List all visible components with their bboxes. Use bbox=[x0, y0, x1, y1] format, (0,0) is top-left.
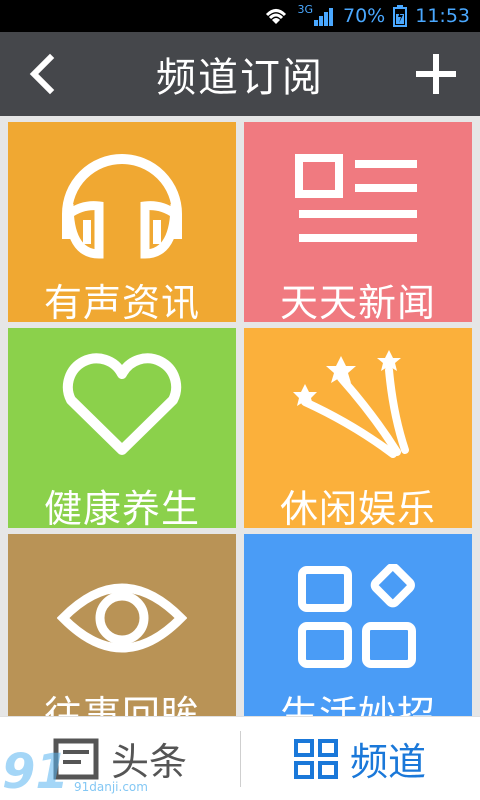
heart-icon bbox=[62, 353, 182, 455]
channel-label: 往事回眸 bbox=[43, 693, 200, 716]
channel-label: 健康养生 bbox=[43, 487, 200, 528]
battery-icon bbox=[393, 5, 408, 27]
channel-label: 有声资讯 bbox=[43, 281, 200, 322]
channel-tile-daily-news[interactable]: 天天新闻 bbox=[244, 122, 472, 322]
channel-tile-health[interactable]: 健康养生 bbox=[8, 328, 236, 528]
document-icon bbox=[53, 738, 99, 779]
channel-tile-memories[interactable]: 往事回眸 bbox=[8, 534, 236, 716]
tab-headlines[interactable]: 头条 bbox=[0, 717, 240, 800]
headphones-icon bbox=[62, 154, 182, 259]
news-icon bbox=[295, 154, 417, 242]
app-header: 频道订阅 bbox=[0, 32, 480, 116]
network-type: 3G bbox=[297, 2, 313, 16]
channel-label: 天天新闻 bbox=[279, 281, 436, 322]
clock: 11:53 bbox=[415, 5, 470, 27]
channel-label: 生活妙招 bbox=[279, 693, 436, 716]
bottom-nav: 头条 频道 bbox=[0, 716, 480, 800]
channel-tile-entertainment[interactable]: 休闲娱乐 bbox=[244, 328, 472, 528]
channel-tile-audio-news[interactable]: 有声资讯 bbox=[8, 122, 236, 322]
channel-label: 休闲娱乐 bbox=[279, 487, 436, 528]
tab-label: 频道 bbox=[349, 740, 426, 784]
signal-icon bbox=[314, 8, 333, 26]
plus-icon[interactable] bbox=[414, 52, 458, 96]
chevron-left-icon[interactable] bbox=[22, 52, 62, 96]
page-title: 频道订阅 bbox=[156, 55, 324, 101]
wifi-icon bbox=[266, 9, 287, 24]
tab-label: 头条 bbox=[110, 740, 187, 784]
apps-grid-icon bbox=[298, 564, 416, 668]
channel-tile-life-tips[interactable]: 生活妙招 bbox=[244, 534, 472, 716]
channel-grid: 有声资讯 天天新闻 健康养生 休闲娱乐 往事回眸 生活妙招 bbox=[0, 116, 480, 716]
tab-channels[interactable]: 频道 bbox=[240, 717, 480, 800]
shooting-stars-icon bbox=[293, 350, 409, 458]
status-bar: 3G 70% 11:53 bbox=[0, 0, 480, 32]
grid-icon bbox=[293, 738, 338, 779]
battery-percent: 70% bbox=[343, 5, 386, 27]
eye-icon bbox=[57, 583, 187, 653]
